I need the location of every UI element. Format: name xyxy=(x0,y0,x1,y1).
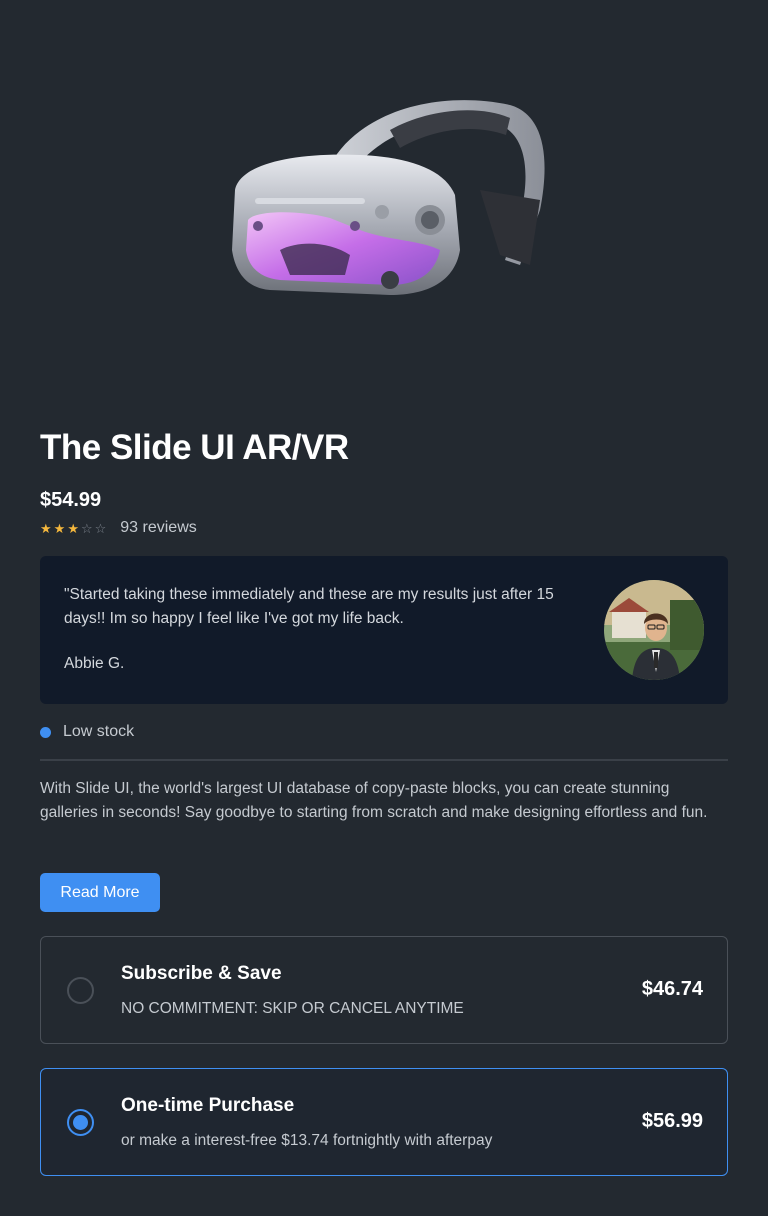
option-title: Subscribe & Save xyxy=(121,963,282,984)
rating: ★ ★ ★ ☆ ☆ 93 reviews xyxy=(40,518,197,538)
testimonial-card: "Started taking these immediately and th… xyxy=(40,556,728,704)
option-price: $46.74 xyxy=(641,978,703,1000)
one-time-radio[interactable] xyxy=(67,1109,94,1136)
option-title: One-time Purchase xyxy=(121,1095,295,1116)
product-description: With Slide UI, the world's largest UI da… xyxy=(40,780,708,821)
star-filled-icon: ★ xyxy=(53,520,66,536)
star-filled-icon: ★ xyxy=(40,520,52,536)
option-subtitle: NO COMMITMENT: SKIP OR CANCEL ANYTIME xyxy=(121,1000,464,1017)
star-empty-icon: ☆ xyxy=(94,520,107,536)
product-price: $54.99 xyxy=(40,489,102,511)
read-more-button[interactable]: Read More xyxy=(40,873,160,912)
option-price: $56.99 xyxy=(641,1110,703,1132)
product-image xyxy=(0,0,768,400)
stock-status-dot xyxy=(40,726,51,738)
testimonial-author: Abbie G. xyxy=(64,655,125,672)
product-title: The Slide UI AR/VR xyxy=(40,428,349,467)
star-filled-icon: ★ xyxy=(67,520,79,536)
option-subtitle: or make a interest-free $13.74 fortnight… xyxy=(121,1132,493,1149)
avatar xyxy=(604,580,704,680)
reviews-link[interactable]: 93 reviews xyxy=(120,519,196,537)
radio-selected-dot xyxy=(73,1115,88,1130)
star-rating: ★ ★ ★ ☆ ☆ xyxy=(40,522,106,535)
stock-label: Low stock xyxy=(63,723,135,740)
subscribe-save-option[interactable]: Subscribe & Save NO COMMITMENT: SKIP OR … xyxy=(40,936,728,1044)
vr-headset-icon xyxy=(232,100,545,295)
star-empty-icon: ☆ xyxy=(80,520,93,536)
one-time-purchase-option[interactable]: One-time Purchase or make a interest-fre… xyxy=(40,1068,728,1176)
subscribe-radio[interactable] xyxy=(67,977,94,1004)
product-page: The Slide UI AR/VR $54.99 ★ ★ ★ ☆ ☆ 93 revie… xyxy=(0,0,768,1216)
divider xyxy=(40,759,728,761)
stock-indicator: Low stock xyxy=(40,722,134,742)
testimonial-quote: "Started taking these immediately and th… xyxy=(64,586,554,627)
